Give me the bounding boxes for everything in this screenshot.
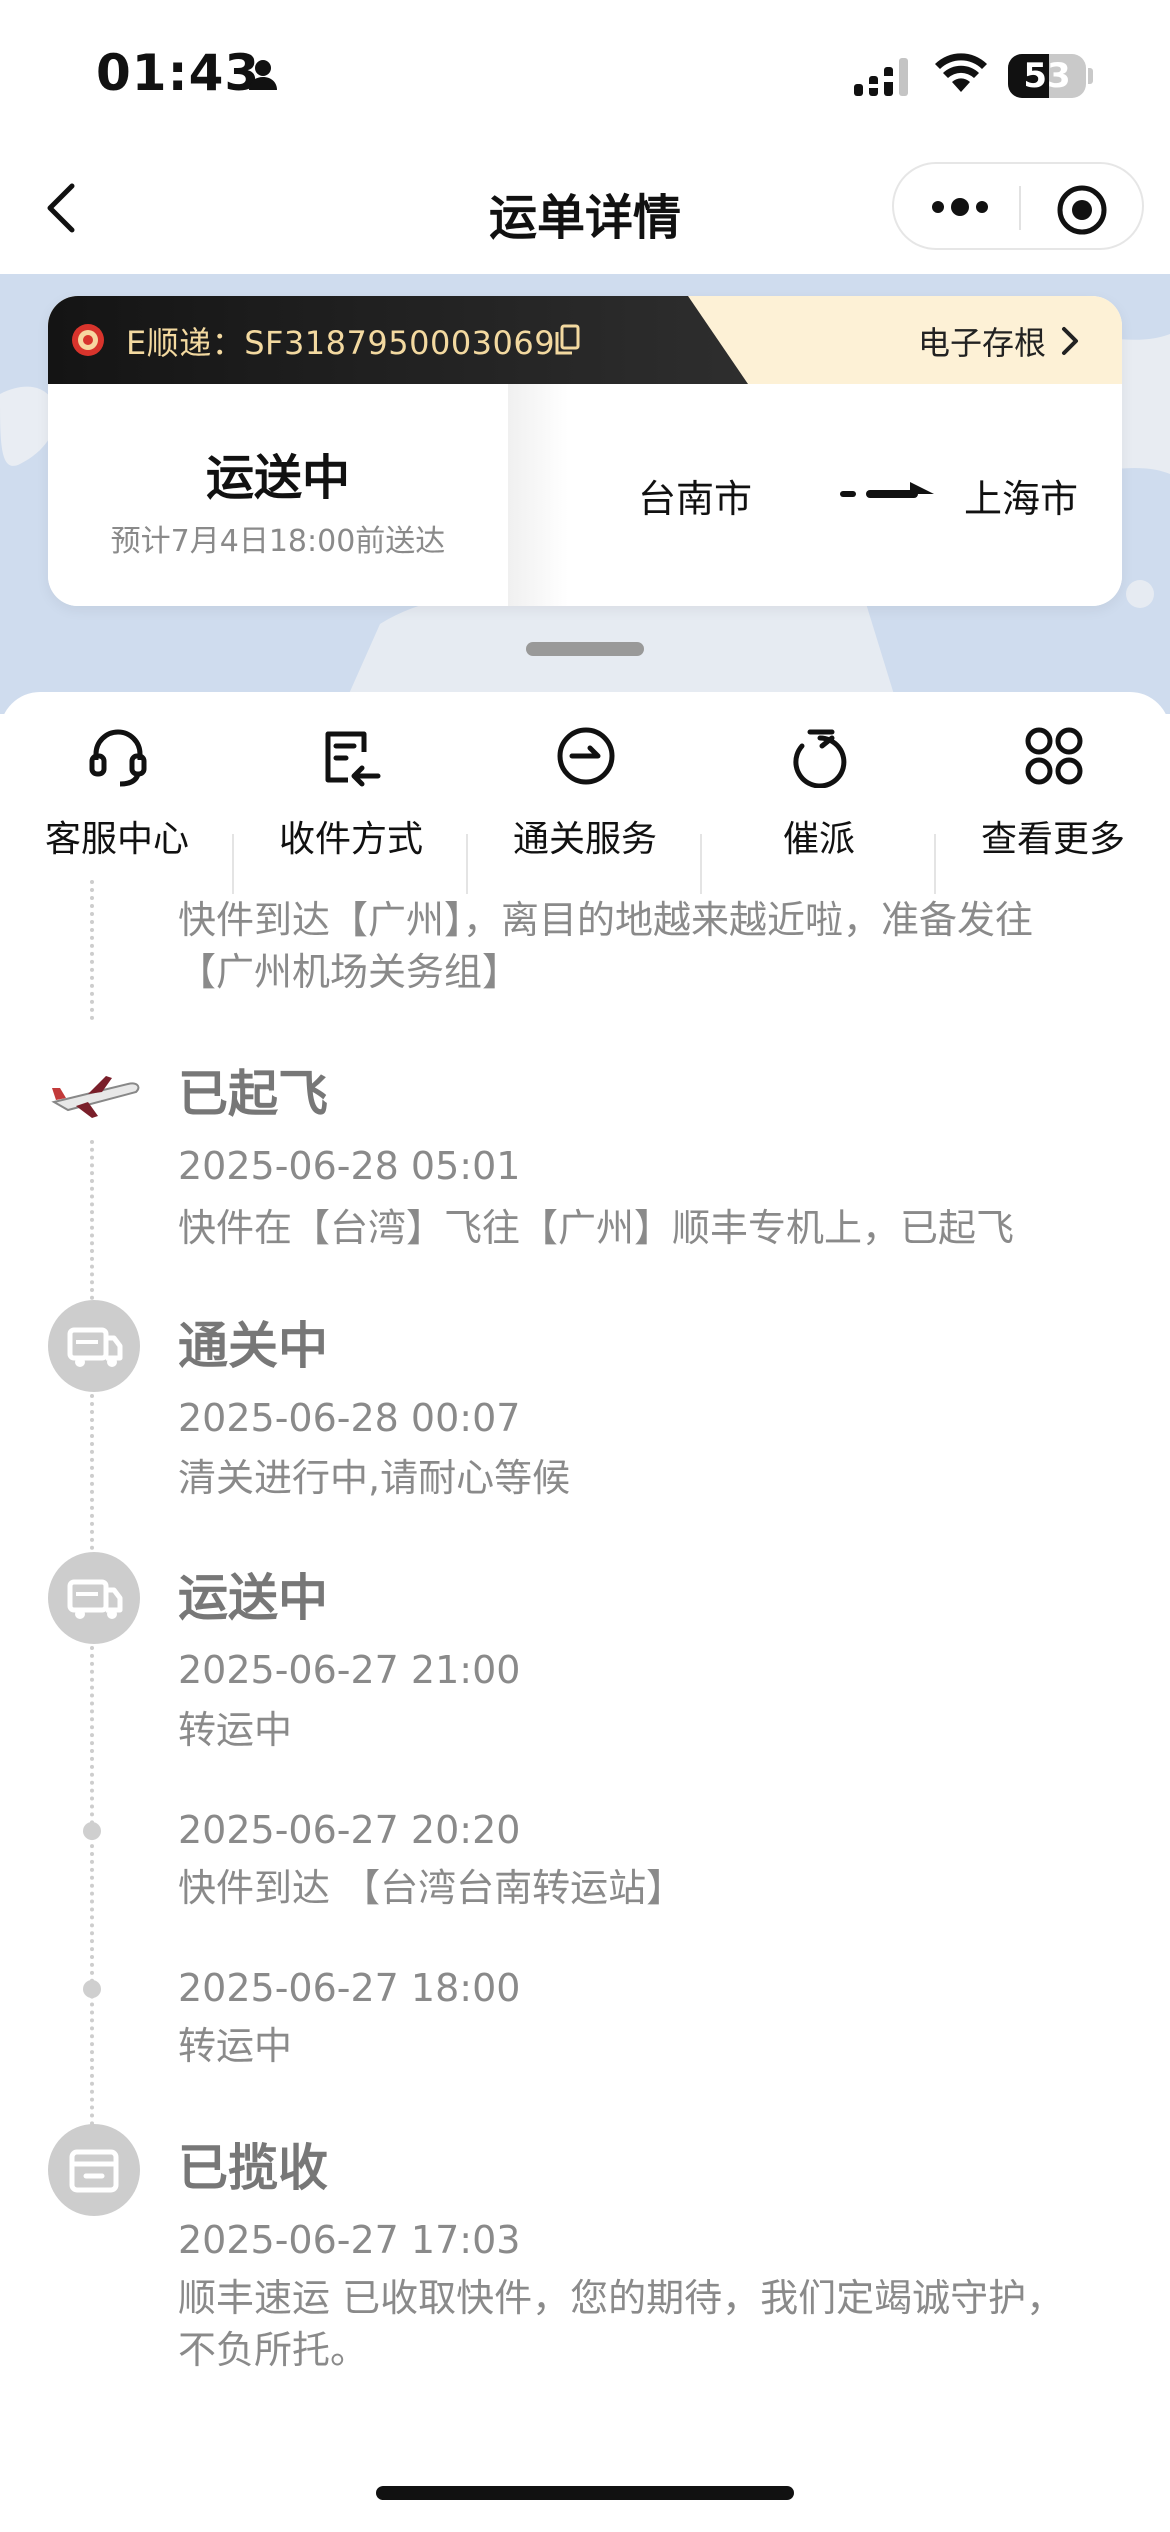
close-target-icon[interactable]	[1056, 184, 1108, 240]
action-bar: 客服中心 收件方式 通关服务 催派 查看更多	[0, 722, 1170, 894]
person-icon	[246, 58, 280, 96]
e-stub-label: 电子存根	[917, 324, 1046, 362]
timeline-desc: 清关进行中,请耐心等候	[178, 1456, 571, 1500]
action-label: 催派	[782, 819, 855, 860]
action-receive-method[interactable]: 收件方式	[234, 722, 468, 872]
waybill-body: 运送中 预计7月4日18:00前送达 台南市 上海市	[48, 384, 1122, 606]
timeline-desc: 快件到达 【台湾台南转运站】	[178, 1866, 685, 1910]
copy-icon[interactable]	[554, 324, 580, 360]
timeline-connector	[90, 1646, 94, 2126]
truck-icon	[48, 1552, 140, 1644]
waybill-card: E顺递：SF3187950003069 电子存根 运送中 预计7月4日18:00…	[48, 296, 1122, 606]
action-view-more[interactable]: 查看更多	[936, 722, 1170, 872]
destination-city: 上海市	[964, 477, 1079, 521]
timeline-desc: 顺丰速运 已收取快件，您的期待，我们定竭诚守护，不负所托。	[178, 2276, 1065, 2372]
timeline-desc: 快件在【台湾】飞往【广州】顺丰专机上，已起飞	[178, 1206, 1015, 1250]
battery-icon: 53	[1008, 54, 1086, 98]
timeline-time: 2025-06-28 00:07	[178, 1396, 521, 1440]
delivery-status-title: 运送中	[205, 450, 350, 506]
route-info: 台南市 上海市	[508, 384, 1122, 606]
nav-bar: 运单详情	[0, 140, 1170, 274]
timeline-time: 2025-06-28 05:01	[178, 1144, 521, 1188]
battery-level: 53	[1023, 56, 1071, 96]
origin-city: 台南市	[638, 477, 753, 521]
more-icon[interactable]	[930, 192, 990, 226]
timeline-desc: 快件到达【广州】，离目的地越来越近啦，准备发往【广州机场关务组】	[178, 898, 1034, 994]
timeline-title: 已揽收	[178, 2139, 328, 2197]
estimated-delivery: 预计7月4日18:00前送达	[110, 524, 446, 559]
stopwatch-icon	[788, 724, 852, 789]
headset-icon	[86, 724, 150, 788]
waybill-header: E顺递：SF3187950003069 电子存根	[48, 296, 1122, 384]
mini-program-capsule	[892, 162, 1144, 250]
box-icon	[48, 2124, 140, 2216]
capsule-divider	[1019, 186, 1021, 230]
action-customer-service[interactable]: 客服中心	[0, 722, 234, 872]
timeline-time: 2025-06-27 20:20	[178, 1808, 521, 1852]
delivery-status: 运送中 预计7月4日18:00前送达	[48, 384, 508, 606]
action-label: 通关服务	[512, 819, 657, 860]
timeline-dot	[83, 1980, 101, 1998]
grid-icon	[1022, 724, 1086, 788]
tracking-number: E顺递：SF3187950003069	[126, 324, 556, 362]
doc-return-icon	[320, 724, 384, 788]
status-bar: 01:43 53	[0, 0, 1170, 140]
action-label: 查看更多	[980, 819, 1125, 860]
customs-clock-icon	[554, 724, 618, 788]
timeline-title: 通关中	[178, 1317, 328, 1375]
timeline-dot	[83, 1822, 101, 1840]
timeline-time: 2025-06-27 17:03	[178, 2218, 521, 2262]
e-stub-link[interactable]: 电子存根	[918, 318, 1082, 364]
timeline-connector	[90, 1140, 94, 1300]
action-label: 客服中心	[44, 819, 189, 860]
airplane-icon	[48, 1048, 140, 1140]
action-customs-service[interactable]: 通关服务	[468, 722, 702, 872]
timeline-title: 运送中	[178, 1569, 328, 1627]
cellular-signal-icon	[854, 56, 912, 100]
timeline-connector	[90, 1394, 94, 1550]
chevron-right-icon	[1060, 326, 1080, 360]
timeline-time: 2025-06-27 18:00	[178, 1966, 521, 2010]
action-urge-delivery[interactable]: 催派	[702, 722, 936, 872]
action-label: 收件方式	[278, 819, 423, 860]
wifi-icon	[934, 52, 988, 98]
home-indicator[interactable]	[376, 2486, 794, 2500]
timeline-title: 已起飞	[178, 1065, 328, 1123]
battery-cap	[1088, 68, 1093, 84]
timeline-desc: 转运中	[178, 1708, 293, 1752]
sf-express-logo-icon	[70, 322, 106, 362]
status-time: 01:43	[96, 44, 261, 102]
truck-icon	[48, 1300, 140, 1392]
timeline-desc: 转运中	[178, 2024, 293, 2068]
timeline-time: 2025-06-27 21:00	[178, 1648, 521, 1692]
route-arrow-icon	[840, 478, 936, 512]
timeline-connector	[90, 880, 94, 1020]
sheet-drag-handle[interactable]	[526, 642, 644, 656]
